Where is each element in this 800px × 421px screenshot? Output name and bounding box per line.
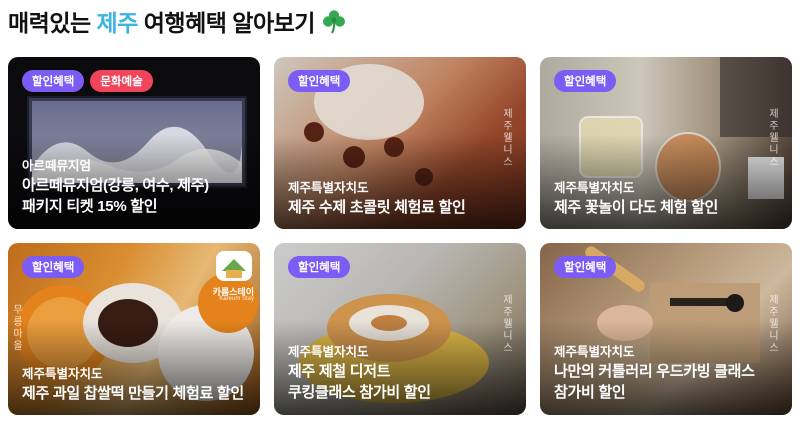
card-title-line: 아르떼뮤지엄(강릉, 여수, 제주) xyxy=(22,177,209,194)
title-prefix: 매력있는 xyxy=(8,10,97,36)
badge-discount: 할인혜택 xyxy=(22,70,85,92)
card-region: 아르떼뮤지엄 xyxy=(22,159,92,173)
card-region: 제주특별자치도 xyxy=(288,345,369,359)
benefit-card[interactable]: 할인혜택 제주웰니스 제주특별자치도 제주 제철 디저트 쿠킹클래스 참가비 할… xyxy=(274,243,526,415)
badge-group: 할인혜택 xyxy=(288,70,351,92)
card-title: 아르떼뮤지엄(강릉, 여수, 제주) 패키지 티켓 15% 할인 xyxy=(22,175,250,217)
badge-culture: 문화예술 xyxy=(90,70,153,92)
watermark-vertical-text: 무릉마을 xyxy=(13,305,23,352)
badge-discount: 할인혜택 xyxy=(22,256,85,278)
badge-group: 할인혜택 xyxy=(288,256,351,278)
card-title: 나만의 커틀러리 우드카빙 클래스 참가비 할인 xyxy=(554,361,782,403)
badge-discount: 할인혜택 xyxy=(288,70,351,92)
badge-discount: 할인혜택 xyxy=(554,256,617,278)
card-title: 제주 제철 디저트 쿠킹클래스 참가비 할인 xyxy=(288,361,516,403)
badge-group: 할인혜택 xyxy=(554,256,617,278)
card-region: 제주특별자치도 xyxy=(288,181,369,195)
badge-group: 할인혜택 문화예술 xyxy=(22,70,153,92)
card-title-line: 나만의 커틀러리 우드카빙 클래스 xyxy=(554,363,755,380)
benefit-card[interactable]: 할인혜택 문화예술 아르떼뮤지엄 아르떼뮤지엄(강릉, 여수, 제주) 패키지 … xyxy=(8,57,260,229)
watermark-vertical-text: 제주웰니스 xyxy=(503,109,513,168)
badge-group: 할인혜택 xyxy=(554,70,617,92)
title-accent: 제주 xyxy=(96,10,139,36)
card-title-line: 제주 꽃놀이 다도 체험 할인 xyxy=(554,199,718,216)
card-title-line: 패키지 티켓 15% 할인 xyxy=(22,198,158,215)
section-header: 매력있는 제주 여행혜택 알아보기 xyxy=(8,4,347,38)
card-title: 제주 과일 찹쌀떡 만들기 체험료 할인 xyxy=(22,383,250,404)
benefit-card-grid: 할인혜택 문화예술 아르떼뮤지엄 아르떼뮤지엄(강릉, 여수, 제주) 패키지 … xyxy=(8,57,792,415)
card-title-line: 참가비 할인 xyxy=(554,384,626,401)
watermark-vertical-text: 제주웰니스 xyxy=(503,295,513,354)
card-region: 제주특별자치도 xyxy=(22,367,103,381)
card-region: 제주특별자치도 xyxy=(554,181,635,195)
house-icon xyxy=(222,259,246,278)
watermark-vertical-text: 제주웰니스 xyxy=(769,109,779,168)
card-title-line: 제주 수제 초콜릿 체험료 할인 xyxy=(288,199,466,216)
badge-discount: 할인혜택 xyxy=(554,70,617,92)
badge-group: 할인혜택 xyxy=(22,256,85,278)
benefit-card[interactable]: 할인혜택 무릉마을 카름스테이 Kareum Stay 제주특별자치도 제주 과… xyxy=(8,243,260,415)
badge-discount: 할인혜택 xyxy=(288,256,351,278)
card-title-line: 쿠킹클래스 참가비 할인 xyxy=(288,384,431,401)
kareum-stay-logo xyxy=(216,251,252,281)
benefit-card[interactable]: 할인혜택 제주웰니스 제주특별자치도 제주 꽃놀이 다도 체험 할인 xyxy=(540,57,792,229)
benefit-card[interactable]: 할인혜택 제주웰니스 제주특별자치도 나만의 커틀러리 우드카빙 클래스 참가비… xyxy=(540,243,792,415)
card-title: 제주 수제 초콜릿 체험료 할인 xyxy=(288,197,516,218)
shamrock-icon xyxy=(322,10,345,34)
watermark-vertical-text: 제주웰니스 xyxy=(769,295,779,354)
benefit-card[interactable]: 할인혜택 제주웰니스 제주특별자치도 제주 수제 초콜릿 체험료 할인 xyxy=(274,57,526,229)
logo-subtext: Kareum Stay xyxy=(219,296,254,302)
section-title: 매력있는 제주 여행혜택 알아보기 xyxy=(8,4,315,38)
card-title-line: 제주 과일 찹쌀떡 만들기 체험료 할인 xyxy=(22,385,244,402)
card-title: 제주 꽃놀이 다도 체험 할인 xyxy=(554,197,782,218)
card-region: 제주특별자치도 xyxy=(554,345,635,359)
card-title-line: 제주 제철 디저트 xyxy=(288,363,391,380)
title-suffix: 여행혜택 알아보기 xyxy=(137,10,316,36)
